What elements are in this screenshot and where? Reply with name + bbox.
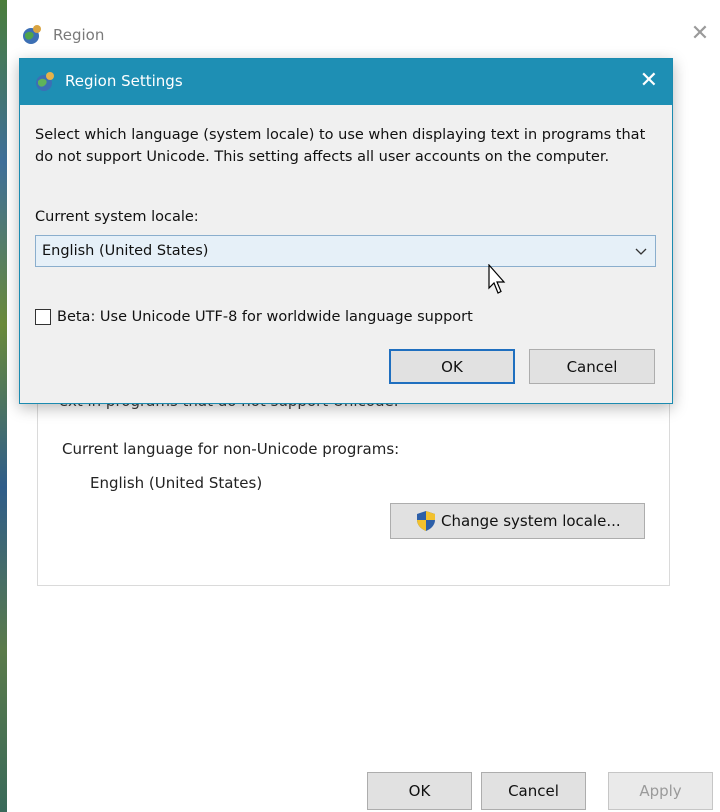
mouse-cursor-icon [488,264,506,294]
system-locale-dropdown[interactable]: English (United States) [35,235,656,267]
dialog-ok-button[interactable]: OK [389,349,515,384]
dialog-cancel-button[interactable]: Cancel [529,349,655,384]
beta-utf8-checkbox[interactable] [35,309,51,325]
change-system-locale-button[interactable]: Change system locale... [390,503,645,539]
globe-icon [23,25,41,44]
nonunicode-language-label: Current language for non-Unicode program… [62,440,400,458]
dialog-titlebar: Region Settings ✕ [20,59,672,105]
shield-icon [417,511,435,531]
background-strip [0,0,7,812]
chevron-down-icon [635,248,647,255]
change-system-locale-label: Change system locale... [441,512,621,530]
globe-icon [36,72,54,91]
nonunicode-language-value: English (United States) [90,474,263,492]
close-icon[interactable]: ✕ [688,22,712,46]
system-locale-value: English (United States) [42,243,209,259]
cancel-button[interactable]: Cancel [481,772,586,810]
region-settings-dialog: Region Settings ✕ Select which language … [19,58,673,404]
ok-button[interactable]: OK [367,772,472,810]
apply-button[interactable]: Apply [608,772,713,810]
region-window-title: Region [53,26,105,44]
dialog-title: Region Settings [65,72,183,90]
system-locale-label: Current system locale: [35,209,199,225]
beta-utf8-option[interactable]: Beta: Use Unicode UTF-8 for worldwide la… [35,309,473,325]
close-icon[interactable]: ✕ [640,68,658,94]
dialog-description: Select which language (system locale) to… [35,127,646,165]
beta-utf8-label: Beta: Use Unicode UTF-8 for worldwide la… [57,309,473,325]
